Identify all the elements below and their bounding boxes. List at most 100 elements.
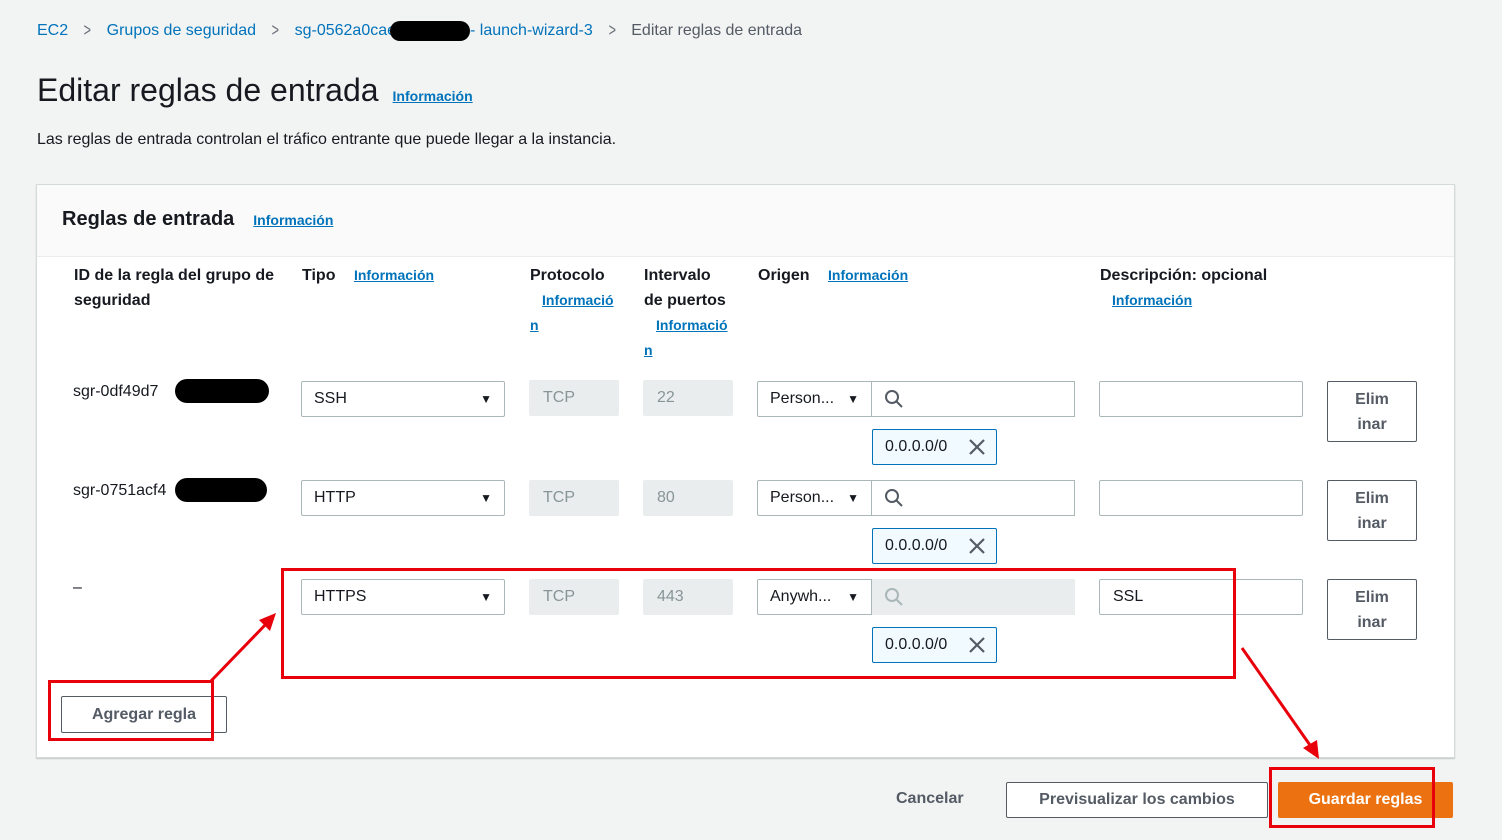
breadcrumb-security-groups[interactable]: Grupos de seguridad [107, 22, 256, 40]
col-header-description-label: Descripción: opcional [1100, 267, 1268, 284]
delete-rule-button[interactable]: Elim inar [1327, 579, 1417, 640]
caret-down-icon: ▼ [480, 590, 492, 604]
protocol-info-link-wrap[interactable]: n [530, 313, 630, 338]
rule-id-text: sgr-0751acf4 [73, 482, 167, 499]
col-header-rule-id: ID de la regla del grupo de seguridad [74, 267, 275, 309]
protocol-field: TCP [529, 380, 619, 416]
redaction-mark [175, 478, 267, 502]
type-select[interactable]: HTTP ▼ [301, 480, 505, 516]
page-info-link[interactable]: Información [393, 88, 473, 104]
source-search-input[interactable] [872, 381, 1075, 417]
close-icon[interactable] [968, 537, 986, 555]
panel-header: Reglas de entrada Información [37, 185, 1454, 257]
protocol-field: TCP [529, 480, 619, 516]
breadcrumb-security-group[interactable]: sg-0562a0cae - launch-wizard-3 [294, 20, 593, 41]
type-select-value: HTTPS [314, 588, 367, 605]
col-header-protocol: Protocolo Informació n [530, 263, 630, 338]
col-header-port-label-a: Intervalo [644, 267, 711, 284]
type-select-value: HTTP [314, 489, 356, 506]
breadcrumb-sg-prefix: sg-0562a0cae [294, 21, 397, 39]
type-info-link[interactable]: Información [354, 267, 434, 283]
col-header-source: Origen Información [758, 263, 908, 288]
source-type-value: Person... [770, 390, 835, 407]
col-header-protocol-label: Protocolo [530, 267, 605, 284]
search-icon [885, 489, 903, 507]
search-icon [885, 390, 903, 408]
page-title: Editar reglas de entrada [37, 72, 379, 108]
breadcrumb-ec2[interactable]: EC2 [37, 22, 68, 40]
rule-id-text: sgr-0df49d7 [73, 383, 159, 400]
delete-label-b: inar [1357, 614, 1387, 631]
cidr-token: 0.0.0.0/0 [872, 627, 997, 663]
breadcrumb: EC2 > Grupos de seguridad > sg-0562a0cae… [37, 20, 802, 41]
rule-id: – [73, 579, 82, 597]
protocol-info-link[interactable]: Informació [530, 288, 630, 313]
col-header-type-label: Tipo [302, 267, 336, 284]
type-select-value: SSH [314, 390, 347, 407]
description-info-link[interactable]: Información [1100, 288, 1267, 313]
delete-label-b: inar [1357, 416, 1387, 433]
redaction-mark [390, 20, 471, 41]
breadcrumb-separator: > [608, 20, 616, 40]
description-input[interactable] [1099, 381, 1303, 417]
cidr-token: 0.0.0.0/0 [872, 429, 997, 465]
close-icon[interactable] [968, 636, 986, 654]
caret-down-icon: ▼ [847, 491, 859, 505]
caret-down-icon: ▼ [847, 590, 859, 604]
rule-id: sgr-0df49d7 [73, 383, 158, 401]
search-icon [885, 588, 903, 606]
source-search-input [872, 579, 1075, 615]
caret-down-icon: ▼ [480, 491, 492, 505]
redaction-mark [175, 379, 269, 403]
col-header-port-label-b: de puertos [644, 292, 726, 309]
rule-id-text: – [73, 579, 82, 596]
col-header-port-range: Intervalo de puertos Informació n [644, 263, 744, 363]
breadcrumb-separator: > [271, 20, 280, 40]
preview-changes-button[interactable]: Previsualizar los cambios [1006, 782, 1268, 818]
delete-label-a: Elim [1355, 490, 1389, 507]
close-icon[interactable] [968, 438, 986, 456]
page-subtitle: Las reglas de entrada controlan el tráfi… [37, 131, 617, 148]
delete-label-a: Elim [1355, 391, 1389, 408]
breadcrumb-current: Editar reglas de entrada [631, 21, 803, 39]
caret-down-icon: ▼ [847, 392, 859, 406]
source-info-link[interactable]: Información [828, 267, 908, 283]
description-input[interactable]: SSL [1099, 579, 1303, 615]
page-title-row: Editar reglas de entrada Información [37, 72, 473, 109]
source-type-select[interactable]: Anywh... ▼ [757, 579, 872, 615]
source-type-value: Anywh... [770, 588, 832, 605]
source-type-value: Person... [770, 489, 835, 506]
panel-info-link[interactable]: Información [253, 212, 333, 228]
cidr-token-value: 0.0.0.0/0 [885, 438, 948, 455]
cidr-token-value: 0.0.0.0/0 [885, 636, 948, 653]
save-rules-button[interactable]: Guardar reglas [1278, 782, 1453, 818]
description-input[interactable] [1099, 480, 1303, 516]
type-select[interactable]: HTTPS ▼ [301, 579, 505, 615]
port-range-field: 80 [643, 480, 733, 516]
cidr-token-value: 0.0.0.0/0 [885, 537, 948, 554]
port-info-link-wrap[interactable]: n [644, 338, 744, 363]
delete-rule-button[interactable]: Elim inar [1327, 480, 1417, 541]
col-header-source-label: Origen [758, 267, 810, 284]
col-header-type: Tipo Información [302, 263, 434, 288]
breadcrumb-separator: > [83, 20, 92, 40]
add-rule-button[interactable]: Agregar regla [61, 696, 227, 733]
port-range-field: 22 [643, 380, 733, 416]
cidr-token: 0.0.0.0/0 [872, 528, 997, 564]
cancel-button[interactable]: Cancelar [896, 790, 964, 808]
caret-down-icon: ▼ [480, 392, 492, 406]
source-type-select[interactable]: Person... ▼ [757, 381, 872, 417]
panel-title: Reglas de entrada [62, 208, 235, 230]
delete-rule-button[interactable]: Elim inar [1327, 381, 1417, 442]
port-info-link[interactable]: Informació [644, 313, 744, 338]
delete-label-b: inar [1357, 515, 1387, 532]
delete-label-a: Elim [1355, 589, 1389, 606]
source-search-input[interactable] [872, 480, 1075, 516]
source-type-select[interactable]: Person... ▼ [757, 480, 872, 516]
col-header-description: Descripción: opcional Información [1100, 263, 1267, 313]
breadcrumb-sg-suffix: - launch-wizard-3 [470, 21, 593, 39]
type-select[interactable]: SSH ▼ [301, 381, 505, 417]
protocol-field: TCP [529, 579, 619, 615]
port-range-field: 443 [643, 579, 733, 615]
inbound-rules-panel: Reglas de entrada Información ID de la r… [36, 184, 1455, 758]
